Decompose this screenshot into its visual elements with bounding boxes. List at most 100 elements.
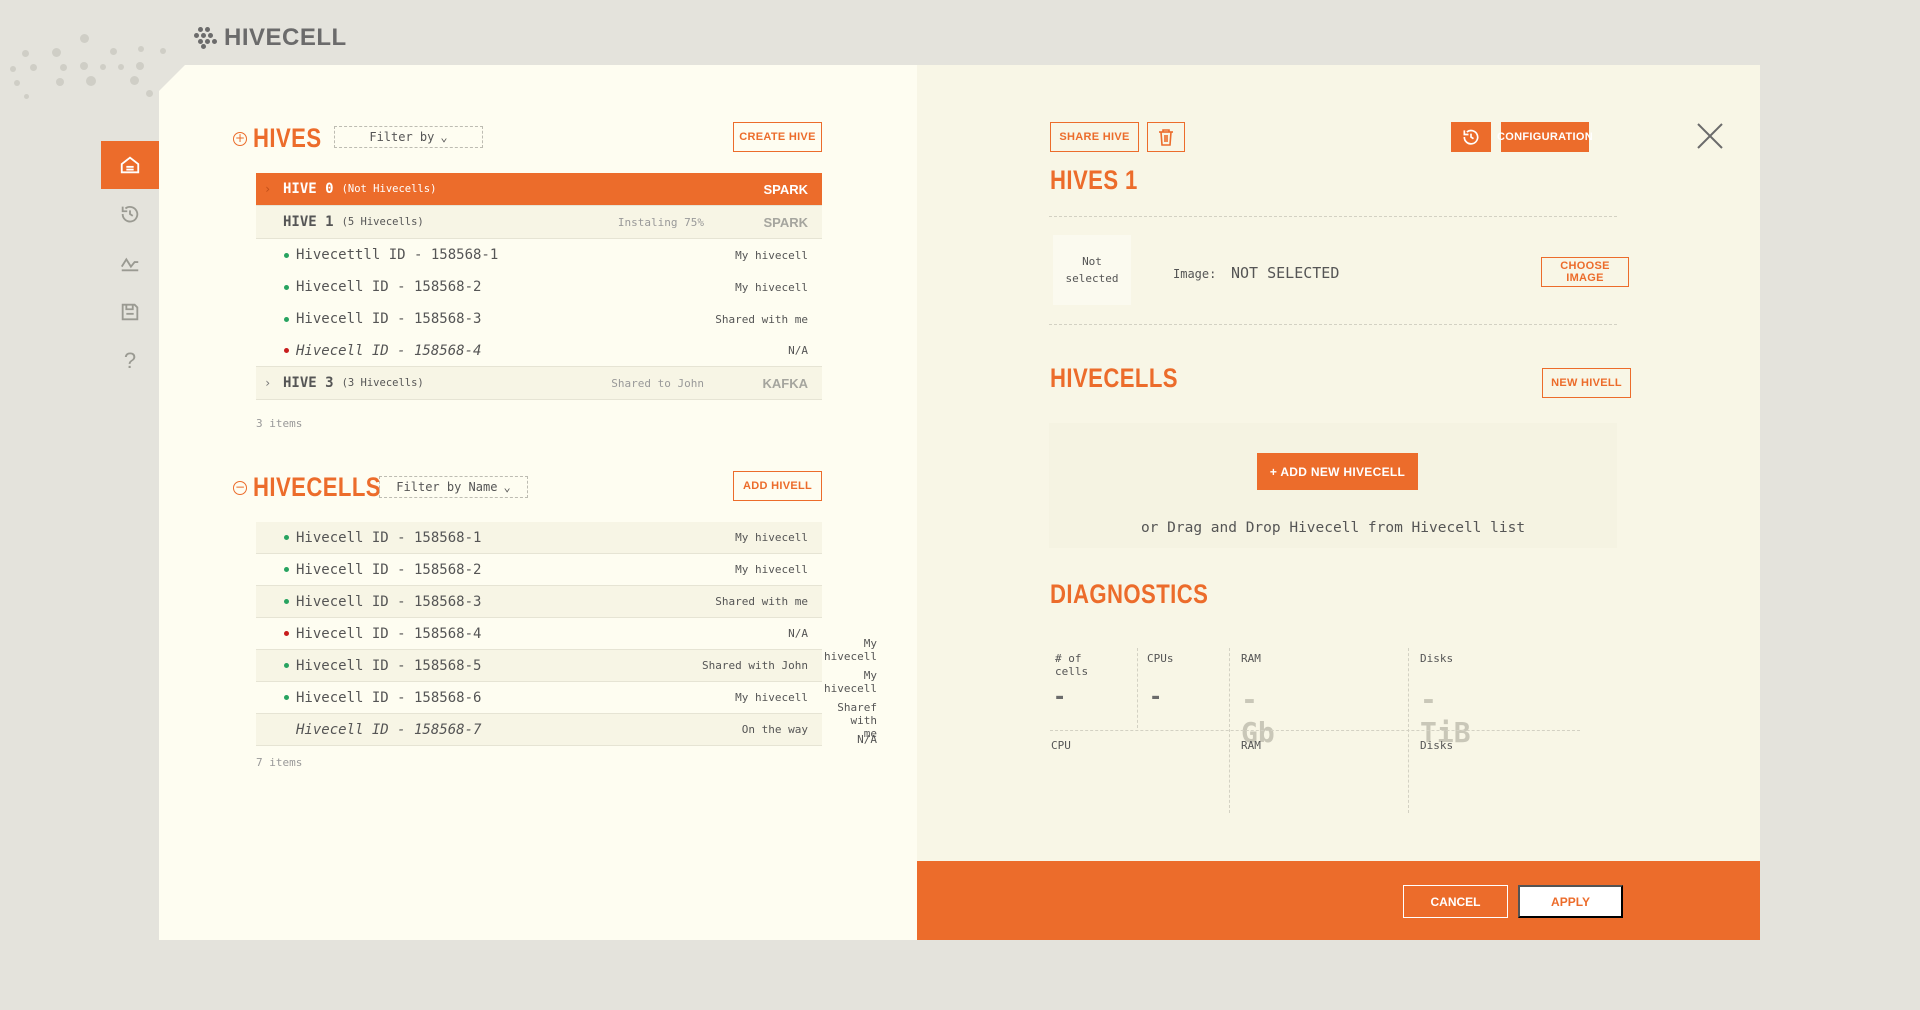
status-dot-icon (284, 567, 289, 572)
action-footer: CANCEL APPLY (917, 861, 1760, 940)
hive-cell-name: Hivecell ID - 158568-4 (296, 342, 482, 359)
sidebar-item-help[interactable]: ? (101, 337, 159, 385)
delete-button[interactable] (1147, 122, 1185, 152)
hive-cell-name: Hivecell ID - 158568-2 (296, 279, 482, 295)
sidebar-item-save[interactable] (101, 288, 159, 336)
hivecell-name: Hivecell ID - 158568-2 (296, 561, 482, 578)
logo: HIVECELL (192, 24, 347, 52)
hive-sub: (3 Hivecells) (341, 377, 424, 389)
hivecell-owner: My hivecell (735, 531, 808, 544)
activity-icon (120, 257, 139, 272)
hive-name: HIVE 1 (283, 214, 334, 230)
chevron-right-icon: › (264, 182, 272, 196)
hivecell-row[interactable]: Hivecell ID - 158568-3 Shared with me (256, 586, 822, 618)
left-pane: + HIVES Filter by ⌄ CREATE HIVE › HIVE 0… (159, 65, 917, 940)
add-new-hivecell-button[interactable]: + ADD NEW HIVECELL (1257, 453, 1418, 490)
hive-cell-row[interactable]: Hivecell ID - 158568-3 Shared with me (256, 303, 822, 335)
hivecell-row[interactable]: Hivecell ID - 158568-5 Shared with John (256, 650, 822, 682)
sidebar-item-activity[interactable] (101, 239, 159, 287)
hivecells-filter-label: Filter by Name (396, 480, 498, 494)
cells-label: # of cells (1055, 652, 1089, 678)
help-icon: ? (123, 348, 137, 373)
hivecell-name: Hivecell ID - 158568-7 (296, 721, 482, 738)
hivecell-name: Hivecell ID - 158568-4 (296, 625, 482, 642)
hivecells-list: Hivecell ID - 158568-1 My hivecell Hivec… (256, 522, 822, 746)
hivecell-owner: My hivecell (735, 563, 808, 576)
cells-value: - (1053, 685, 1067, 710)
image-label: Image: (1173, 267, 1217, 281)
sidebar-item-home[interactable] (101, 141, 159, 189)
hives-list: › HIVE 0 (Not Hivecells) SPARK HIVE 1 (5… (256, 173, 822, 400)
cancel-button[interactable]: CANCEL (1403, 885, 1508, 918)
new-hivell-button[interactable]: NEW HIVELL (1542, 368, 1631, 398)
hive-cell-name: Hivecell ID - 158568-3 (296, 311, 482, 327)
cpus-label: CPUs (1147, 652, 1174, 665)
hive-row-3[interactable]: › HIVE 3 (3 Hivecells) Shared to John KA… (256, 367, 822, 400)
hivecell-name: Hivecell ID - 158568-3 (296, 593, 482, 610)
history-icon (121, 205, 139, 223)
chevron-right-icon: › (264, 376, 272, 390)
hivecell-row[interactable]: Hivecell ID - 158568-6 My hivecell (256, 682, 822, 714)
hive-cell-owner: Shared with me (715, 312, 808, 326)
apply-button[interactable]: APPLY (1518, 885, 1623, 918)
status-dot-icon (284, 663, 289, 668)
hive-name: HIVE 0 (283, 181, 334, 197)
hives-count: 3 items (256, 417, 303, 430)
history-icon (1463, 129, 1479, 145)
history-button[interactable] (1451, 122, 1491, 152)
hivecells-title: HIVECELLS (253, 472, 381, 502)
hivecells-filter-dropdown[interactable]: Filter by Name ⌄ (379, 476, 528, 498)
hivecell-row[interactable]: Hivecell ID - 158568-4 N/A (256, 618, 822, 650)
image-placeholder: Not selected (1053, 235, 1131, 305)
hivecell-name: Hivecell ID - 158568-5 (296, 657, 482, 674)
divider (1049, 216, 1617, 217)
create-hive-button[interactable]: CREATE HIVE (733, 122, 822, 152)
hive-sub: (Not Hivecells) (341, 183, 437, 195)
close-icon[interactable] (1695, 121, 1725, 151)
status-dot-icon (284, 316, 289, 322)
hivecell-row[interactable]: Hivecell ID - 158568-2 My hivecell (256, 554, 822, 586)
hivecell-owner: Shared with me (715, 595, 808, 608)
hivecell-owner: N/A (788, 627, 808, 640)
hives-title: HIVES (253, 123, 322, 153)
hive-row-1[interactable]: HIVE 1 (5 Hivecells) Instaling 75% SPARK (256, 206, 822, 239)
chevron-down-icon: ⌄ (503, 480, 511, 494)
hive-cell-row[interactable]: Hivecell ID - 158568-2 My hivecell (256, 271, 822, 303)
choose-image-button[interactable]: CHOOSE IMAGE (1541, 257, 1629, 287)
share-hive-button[interactable]: SHARE HIVE (1050, 122, 1139, 152)
hive-row-0[interactable]: › HIVE 0 (Not Hivecells) SPARK (256, 173, 822, 206)
hivecell-owner: Shared with John (702, 659, 808, 672)
hive-cell-row[interactable]: Hivecettll ID - 158568-1 My hivecell (256, 239, 822, 271)
detail-hivecells-header: HIVECELLS (1050, 363, 1206, 394)
sidebar: ? (101, 141, 159, 386)
hive-name: HIVE 3 (283, 375, 334, 391)
decorative-dots (10, 30, 170, 100)
hivecell-row[interactable]: Hivecell ID - 158568-1 My hivecell (256, 522, 822, 554)
hive-type: KAFKA (762, 375, 809, 391)
hive-cell-owner: My hivecell (735, 280, 808, 294)
hive-cell-owner: My hivecell (735, 248, 808, 262)
diag-side-item: My hivecell (824, 637, 877, 663)
right-pane: SHARE HIVE CONFIGURATION HIVES 1 Not sel… (824, 65, 1760, 940)
hives-expand-toggle[interactable]: + (233, 131, 247, 146)
status-dot-icon (284, 535, 289, 540)
hive-cell-row[interactable]: Hivecell ID - 158568-4 N/A (256, 335, 822, 367)
drop-hint: or Drag and Drop Hivecell from Hivecell … (1140, 520, 1526, 536)
hives-filter-dropdown[interactable]: Filter by ⌄ (334, 126, 483, 148)
status-dot-icon (284, 631, 289, 636)
hives-header: + HIVES (233, 123, 337, 154)
status-dot-icon (284, 695, 289, 700)
status-dot-icon (284, 599, 289, 604)
hivecell-drop-zone[interactable]: + ADD NEW HIVECELL or Drag and Drop Hive… (1049, 423, 1617, 548)
diagnostics-title: DIAGNOSTICS (1050, 579, 1209, 609)
detail-title: HIVES 1 (1050, 165, 1138, 195)
sidebar-item-history[interactable] (101, 190, 159, 238)
disks-label-2: Disks (1420, 739, 1454, 752)
hivecell-row[interactable]: Hivecell ID - 158568-7 On the way (256, 714, 822, 746)
cpu-label: CPU (1051, 739, 1071, 752)
hivecells-collapse-toggle[interactable]: − (233, 480, 247, 495)
trash-icon (1159, 129, 1173, 146)
detail-hivecells-title: HIVECELLS (1050, 363, 1178, 393)
configuration-button[interactable]: CONFIGURATION (1497, 122, 1593, 152)
add-hivell-button[interactable]: ADD HIVELL (733, 471, 822, 501)
